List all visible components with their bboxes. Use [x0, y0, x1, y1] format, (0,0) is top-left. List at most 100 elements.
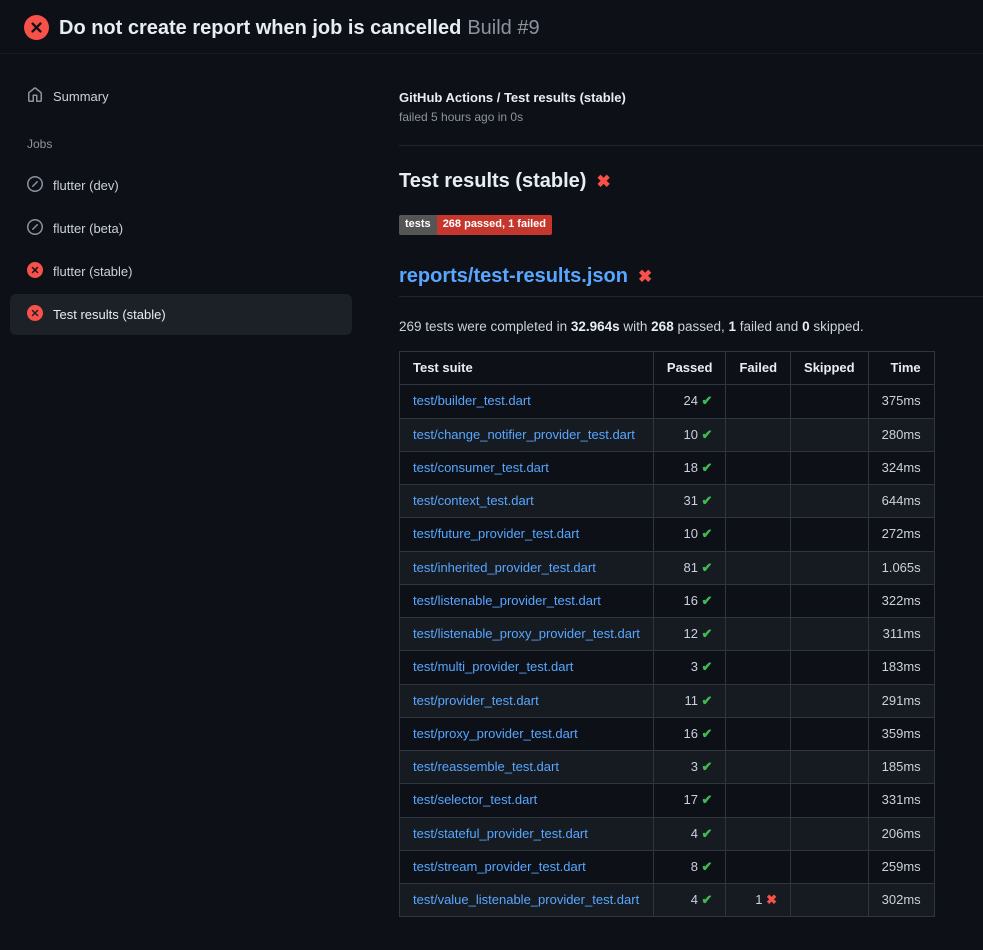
suite-link[interactable]: test/proxy_provider_test.dart [413, 726, 578, 741]
suite-link[interactable]: test/selector_test.dart [413, 792, 537, 807]
sidebar-item-flutter-beta[interactable]: flutter (beta) [10, 208, 352, 249]
check-icon: ✔ [702, 859, 713, 874]
failed-x-icon: ✖ [638, 268, 652, 285]
table-row: test/reassemble_test.dart3 ✔185ms [400, 751, 935, 784]
suite-link[interactable]: test/reassemble_test.dart [413, 759, 559, 774]
check-icon: ✔ [702, 460, 713, 475]
suite-cell: test/consumer_test.dart [400, 451, 654, 484]
passed-cell: 31 ✔ [653, 485, 726, 518]
suite-cell: test/reassemble_test.dart [400, 751, 654, 784]
suite-link[interactable]: test/consumer_test.dart [413, 460, 549, 475]
sidebar-item-label: flutter (dev) [53, 178, 119, 193]
suite-link[interactable]: test/value_listenable_provider_test.dart [413, 892, 639, 907]
time-cell: 311ms [868, 618, 934, 651]
suite-cell: test/selector_test.dart [400, 784, 654, 817]
main-content: GitHub Actions / Test results (stable) f… [399, 54, 983, 917]
skipped-cell [791, 784, 869, 817]
suite-link[interactable]: test/multi_provider_test.dart [413, 659, 573, 674]
skipped-cell [791, 485, 869, 518]
failed-cell [726, 418, 791, 451]
table-row: test/listenable_provider_test.dart16 ✔32… [400, 584, 935, 617]
results-table-header: Test suite Passed Failed Skipped Time [400, 352, 935, 385]
passed-cell: 17 ✔ [653, 784, 726, 817]
time-cell: 185ms [868, 751, 934, 784]
suite-cell: test/proxy_provider_test.dart [400, 717, 654, 750]
sidebar-item-flutter-dev[interactable]: flutter (dev) [10, 165, 352, 206]
failed-cell [726, 451, 791, 484]
summary-text: 269 tests were completed in [399, 319, 571, 334]
suite-link[interactable]: test/listenable_proxy_provider_test.dart [413, 626, 640, 641]
failed-cell [726, 684, 791, 717]
suite-cell: test/builder_test.dart [400, 385, 654, 418]
suite-link[interactable]: test/stateful_provider_test.dart [413, 826, 588, 841]
check-icon: ✔ [702, 526, 713, 541]
check-run-page: Do not create report when job is cancell… [0, 0, 983, 917]
suite-cell: test/multi_provider_test.dart [400, 651, 654, 684]
passed-cell: 4 ✔ [653, 884, 726, 917]
run-title: Do not create report when job is cancell… [59, 17, 461, 39]
time-cell: 1.065s [868, 551, 934, 584]
results-table-body: test/builder_test.dart24 ✔375mstest/chan… [400, 385, 935, 917]
skipped-cell [791, 884, 869, 917]
summary-text: failed and [736, 319, 802, 334]
passed-cell: 11 ✔ [653, 684, 726, 717]
suite-link[interactable]: test/inherited_provider_test.dart [413, 560, 596, 575]
suite-cell: test/context_test.dart [400, 485, 654, 518]
check-icon: ✔ [702, 826, 713, 841]
passed-cell: 16 ✔ [653, 584, 726, 617]
failed-cell [726, 651, 791, 684]
table-row: test/provider_test.dart11 ✔291ms [400, 684, 935, 717]
failed-cell [726, 817, 791, 850]
passed-cell: 4 ✔ [653, 817, 726, 850]
tests-summary: 269 tests were completed in 32.964s with… [399, 319, 983, 334]
suite-link[interactable]: test/listenable_provider_test.dart [413, 593, 601, 608]
suite-link[interactable]: test/provider_test.dart [413, 693, 539, 708]
passed-cell: 3 ✔ [653, 651, 726, 684]
sidebar: Summary Jobs flutter (dev) flutter (beta… [0, 54, 399, 337]
summary-text: with [620, 319, 652, 334]
suite-link[interactable]: test/context_test.dart [413, 493, 534, 508]
skipped-cell [791, 584, 869, 617]
column-header-passed: Passed [653, 352, 726, 385]
time-cell: 280ms [868, 418, 934, 451]
skipped-cell [791, 717, 869, 750]
time-cell: 259ms [868, 850, 934, 883]
suite-link[interactable]: test/builder_test.dart [413, 393, 531, 408]
home-icon [27, 87, 43, 106]
time-cell: 183ms [868, 651, 934, 684]
report-link[interactable]: reports/test-results.json [399, 265, 628, 288]
tests-badge: tests 268 passed, 1 failed [399, 215, 552, 235]
suite-link[interactable]: test/change_notifier_provider_test.dart [413, 427, 635, 442]
suite-cell: test/inherited_provider_test.dart [400, 551, 654, 584]
passed-cell: 24 ✔ [653, 385, 726, 418]
suite-cell: test/stream_provider_test.dart [400, 850, 654, 883]
summary-passed-count: 268 [651, 319, 674, 334]
suite-link[interactable]: test/future_provider_test.dart [413, 526, 579, 541]
sidebar-item-label: Summary [53, 89, 109, 104]
skipped-cell [791, 451, 869, 484]
column-header-failed: Failed [726, 352, 791, 385]
sidebar-item-flutter-stable[interactable]: flutter (stable) [10, 251, 352, 292]
summary-failed-count: 1 [729, 319, 737, 334]
suite-link[interactable]: test/stream_provider_test.dart [413, 859, 586, 874]
failed-cell [726, 385, 791, 418]
section-title-text: Test results (stable) [399, 170, 586, 193]
time-cell: 644ms [868, 485, 934, 518]
failed-x-icon: ✖ [596, 173, 610, 190]
sidebar-item-summary[interactable]: Summary [10, 76, 352, 117]
sidebar-item-label: Test results (stable) [53, 307, 166, 322]
skipped-cell [791, 751, 869, 784]
check-icon: ✔ [702, 792, 713, 807]
page-title: Do not create report when job is cancell… [59, 16, 540, 40]
time-cell: 302ms [868, 884, 934, 917]
failed-cell [726, 784, 791, 817]
passed-cell: 10 ✔ [653, 518, 726, 551]
check-icon: ✔ [702, 693, 713, 708]
summary-text: skipped. [810, 319, 864, 334]
suite-cell: test/stateful_provider_test.dart [400, 817, 654, 850]
suite-cell: test/provider_test.dart [400, 684, 654, 717]
table-row: test/inherited_provider_test.dart81 ✔1.0… [400, 551, 935, 584]
cross-icon: ✖ [766, 892, 777, 907]
sidebar-item-test-results-stable[interactable]: Test results (stable) [10, 294, 352, 335]
table-row: test/change_notifier_provider_test.dart1… [400, 418, 935, 451]
